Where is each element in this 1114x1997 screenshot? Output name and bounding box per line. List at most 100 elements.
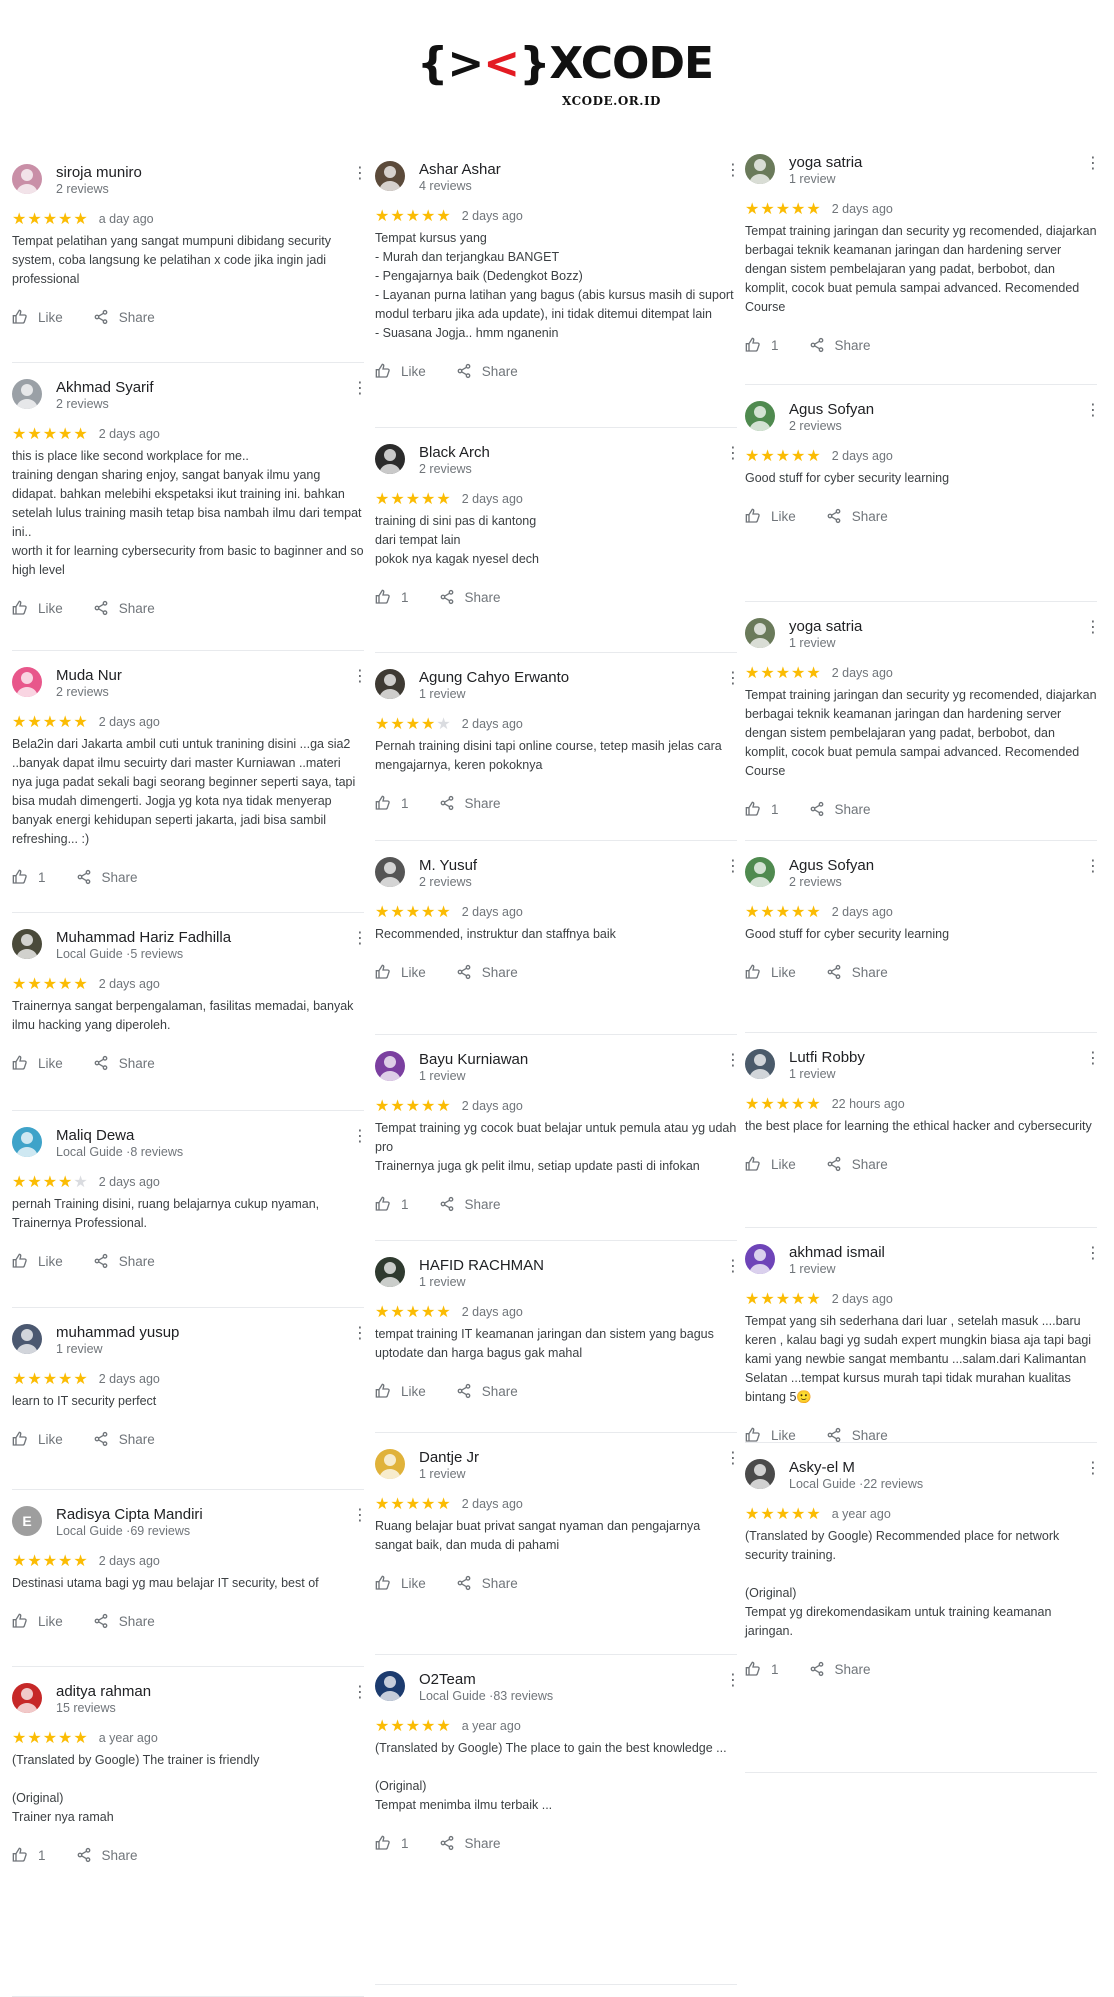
share-button[interactable]: Share [456, 1575, 518, 1591]
share-button[interactable]: Share [93, 1253, 155, 1269]
reviewer-name[interactable]: muhammad yusup [56, 1324, 179, 1341]
like-button[interactable]: Like [12, 1431, 63, 1447]
share-button[interactable]: Share [809, 801, 871, 817]
more-options-icon[interactable]: ⋮ [725, 1451, 741, 1467]
more-options-icon[interactable]: ⋮ [1085, 1246, 1101, 1262]
reviewer-name[interactable]: M. Yusuf [419, 857, 477, 874]
share-button[interactable]: Share [456, 1383, 518, 1399]
share-button[interactable]: Share [439, 1196, 501, 1212]
reviewer-name[interactable]: Black Arch [419, 444, 490, 461]
more-options-icon[interactable]: ⋮ [725, 859, 741, 875]
reviewer-avatar[interactable] [745, 401, 775, 431]
reviewer-avatar[interactable] [745, 1049, 775, 1079]
more-options-icon[interactable]: ⋮ [725, 163, 741, 179]
more-options-icon[interactable]: ⋮ [352, 1685, 368, 1701]
like-button[interactable]: Like [12, 1613, 63, 1629]
share-button[interactable]: Share [93, 600, 155, 616]
reviewer-name[interactable]: Maliq Dewa [56, 1127, 134, 1144]
reviewer-avatar[interactable] [375, 1671, 405, 1701]
reviewer-avatar[interactable] [375, 1051, 405, 1081]
like-button[interactable]: Like [12, 600, 63, 616]
reviewer-avatar[interactable] [375, 669, 405, 699]
more-options-icon[interactable]: ⋮ [1085, 859, 1101, 875]
like-button[interactable]: 1 [375, 1196, 409, 1212]
reviewer-avatar[interactable] [745, 1459, 775, 1489]
reviewer-name[interactable]: HAFID RACHMAN [419, 1257, 544, 1274]
reviewer-avatar[interactable] [12, 1683, 42, 1713]
like-button[interactable]: Like [375, 363, 426, 379]
like-button[interactable]: 1 [12, 869, 46, 885]
reviewer-name[interactable]: yoga satria [789, 154, 862, 171]
like-button[interactable]: Like [375, 964, 426, 980]
more-options-icon[interactable]: ⋮ [1085, 403, 1101, 419]
reviewer-name[interactable]: Radisya Cipta Mandiri [56, 1506, 203, 1523]
like-button[interactable]: Like [375, 1575, 426, 1591]
share-button[interactable]: Share [439, 589, 501, 605]
like-button[interactable]: 1 [375, 795, 409, 811]
more-options-icon[interactable]: ⋮ [1085, 1051, 1101, 1067]
reviewer-name[interactable]: O2Team [419, 1671, 476, 1688]
reviewer-name[interactable]: siroja muniro [56, 164, 142, 181]
share-button[interactable]: Share [76, 1847, 138, 1863]
like-button[interactable]: Like [745, 964, 796, 980]
more-options-icon[interactable]: ⋮ [725, 1259, 741, 1275]
share-button[interactable]: Share [826, 508, 888, 524]
more-options-icon[interactable]: ⋮ [725, 1053, 741, 1069]
reviewer-name[interactable]: Agung Cahyo Erwanto [419, 669, 569, 686]
reviewer-name[interactable]: Asky-el M [789, 1459, 855, 1476]
like-button[interactable]: Like [745, 508, 796, 524]
reviewer-avatar[interactable] [375, 1257, 405, 1287]
share-button[interactable]: Share [76, 869, 138, 885]
share-button[interactable]: Share [93, 1431, 155, 1447]
reviewer-avatar[interactable] [12, 164, 42, 194]
reviewer-name[interactable]: Muhammad Hariz Fadhilla [56, 929, 231, 946]
more-options-icon[interactable]: ⋮ [1085, 156, 1101, 172]
reviewer-avatar[interactable] [745, 1244, 775, 1274]
reviewer-avatar[interactable] [12, 929, 42, 959]
more-options-icon[interactable]: ⋮ [352, 1326, 368, 1342]
share-button[interactable]: Share [93, 1055, 155, 1071]
reviewer-name[interactable]: Lutfi Robby [789, 1049, 865, 1066]
reviewer-avatar[interactable] [375, 857, 405, 887]
share-button[interactable]: Share [439, 1835, 501, 1851]
reviewer-avatar[interactable] [12, 1127, 42, 1157]
like-button[interactable]: 1 [375, 1835, 409, 1851]
reviewer-avatar[interactable] [745, 618, 775, 648]
reviewer-avatar[interactable] [375, 161, 405, 191]
more-options-icon[interactable]: ⋮ [352, 669, 368, 685]
more-options-icon[interactable]: ⋮ [352, 381, 368, 397]
like-button[interactable]: 1 [745, 801, 779, 817]
reviewer-avatar[interactable] [375, 444, 405, 474]
like-button[interactable]: Like [745, 1427, 796, 1443]
reviewer-name[interactable]: Bayu Kurniawan [419, 1051, 528, 1068]
more-options-icon[interactable]: ⋮ [1085, 620, 1101, 636]
reviewer-avatar[interactable] [745, 857, 775, 887]
like-button[interactable]: Like [12, 309, 63, 325]
like-button[interactable]: Like [12, 1055, 63, 1071]
more-options-icon[interactable]: ⋮ [352, 166, 368, 182]
more-options-icon[interactable]: ⋮ [725, 671, 741, 687]
reviewer-avatar[interactable] [375, 1449, 405, 1479]
reviewer-avatar[interactable] [12, 667, 42, 697]
reviewer-name[interactable]: Akhmad Syarif [56, 379, 154, 396]
like-button[interactable]: Like [375, 1383, 426, 1399]
share-button[interactable]: Share [826, 1427, 888, 1443]
like-button[interactable]: 1 [745, 337, 779, 353]
like-button[interactable]: 1 [12, 1847, 46, 1863]
like-button[interactable]: Like [12, 1253, 63, 1269]
reviewer-avatar[interactable] [12, 1324, 42, 1354]
share-button[interactable]: Share [456, 964, 518, 980]
like-button[interactable]: 1 [375, 589, 409, 605]
more-options-icon[interactable]: ⋮ [725, 1673, 741, 1689]
reviewer-name[interactable]: akhmad ismail [789, 1244, 885, 1261]
reviewer-name[interactable]: yoga satria [789, 618, 862, 635]
like-button[interactable]: 1 [745, 1661, 779, 1677]
share-button[interactable]: Share [439, 795, 501, 811]
reviewer-name[interactable]: Agus Sofyan [789, 857, 874, 874]
more-options-icon[interactable]: ⋮ [352, 1508, 368, 1524]
share-button[interactable]: Share [809, 337, 871, 353]
reviewer-avatar[interactable] [12, 379, 42, 409]
reviewer-avatar[interactable]: E [12, 1506, 42, 1536]
share-button[interactable]: Share [809, 1661, 871, 1677]
reviewer-name[interactable]: Ashar Ashar [419, 161, 501, 178]
